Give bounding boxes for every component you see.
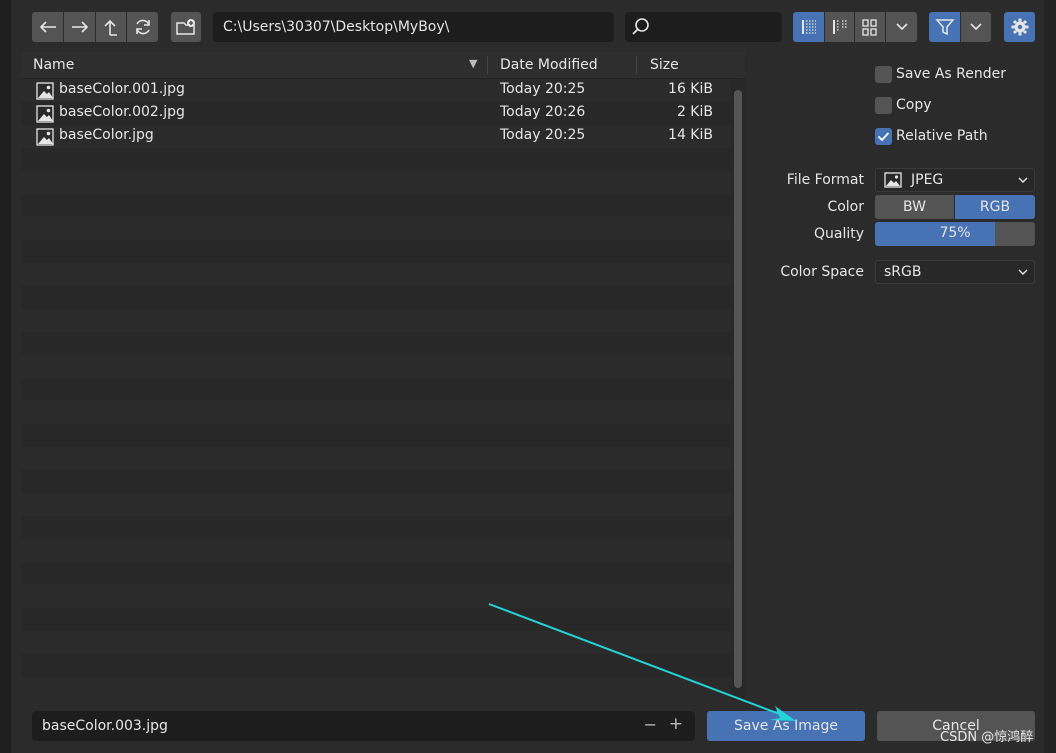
color-label: Color (827, 199, 864, 215)
color-bw-label: BW (903, 199, 926, 215)
color-space-value: sRGB (884, 264, 922, 280)
sort-descending-icon[interactable]: ▼ (469, 57, 477, 70)
color-rgb-label: RGB (979, 199, 1011, 215)
filter-toggle-button[interactable] (929, 12, 960, 42)
column-divider (636, 56, 637, 74)
relative-path-checkbox[interactable] (875, 128, 892, 145)
increment-filename-button[interactable]: + (669, 714, 683, 734)
column-header-size[interactable]: Size (650, 57, 679, 73)
filter-options-dropdown[interactable] (961, 12, 991, 42)
arrow-right-icon (71, 20, 89, 34)
color-space-label: Color Space (780, 264, 864, 280)
file-row[interactable]: baseColor.002.jpg Today 20:26 2 KiB (21, 102, 731, 125)
image-file-icon (36, 128, 54, 150)
back-button[interactable] (32, 12, 63, 42)
new-folder-button[interactable] (171, 12, 201, 42)
file-size: 14 KiB (668, 127, 713, 143)
thumbnails-icon (861, 18, 879, 36)
image-file-icon (36, 82, 54, 104)
decrement-filename-button[interactable]: − (644, 715, 657, 734)
column-header-name[interactable]: Name (33, 57, 74, 73)
forward-button[interactable] (64, 12, 95, 42)
quality-label: Quality (813, 226, 864, 242)
chevron-down-icon (1018, 269, 1028, 276)
watermark: CSDN @惊鸿醉 (940, 730, 1034, 745)
file-list-scrollbar[interactable] (734, 90, 742, 688)
file-name: baseColor.jpg (59, 127, 154, 143)
chevron-down-icon (970, 23, 982, 31)
save-as-render-checkbox[interactable] (875, 66, 892, 83)
file-format-dropdown[interactable]: JPEG (875, 168, 1035, 192)
copy-label: Copy (896, 97, 932, 113)
file-size: 16 KiB (668, 81, 713, 97)
file-format-value: JPEG (911, 172, 944, 188)
chevron-down-icon (1018, 177, 1028, 184)
file-date: Today 20:25 (500, 127, 586, 143)
checkmark-icon (875, 128, 892, 145)
save-as-image-button[interactable]: Save As Image (707, 711, 865, 741)
file-name: baseColor.001.jpg (59, 81, 185, 97)
relative-path-label: Relative Path (896, 128, 988, 144)
file-name: baseColor.002.jpg (59, 104, 185, 120)
quality-value: 75% (939, 225, 971, 241)
file-date: Today 20:26 (500, 104, 586, 120)
quality-slider[interactable]: 75% (875, 222, 1035, 246)
right-edge-strip (1044, 0, 1056, 753)
arrow-left-icon (39, 20, 57, 34)
refresh-icon (133, 17, 153, 37)
horizontal-list-icon (831, 18, 849, 36)
search-icon (631, 17, 651, 37)
filter-icon (934, 17, 955, 37)
left-edge-strip (0, 0, 11, 753)
file-list-background (21, 79, 731, 700)
refresh-button[interactable] (127, 12, 158, 42)
gear-icon (1010, 17, 1030, 37)
display-size-dropdown[interactable] (886, 12, 917, 42)
directory-path-field[interactable]: C:\Users\30307\Desktop\MyBoy\ (213, 12, 614, 42)
file-size: 2 KiB (676, 104, 713, 120)
color-bw-option[interactable]: BW (875, 195, 954, 219)
copy-checkbox[interactable] (875, 97, 892, 114)
file-list-header: Name ▼ Date Modified Size (21, 52, 745, 79)
save-as-image-label: Save As Image (734, 718, 838, 734)
file-row[interactable]: baseColor.001.jpg Today 20:25 16 KiB (21, 79, 731, 102)
filename-field[interactable]: baseColor.003.jpg − + (32, 711, 695, 741)
display-vertical-list-button[interactable] (793, 12, 824, 42)
column-divider (487, 56, 488, 74)
settings-button[interactable] (1004, 12, 1035, 42)
column-header-date[interactable]: Date Modified (500, 57, 598, 73)
arrow-up-icon (102, 18, 120, 36)
filename-text: baseColor.003.jpg (42, 718, 168, 734)
file-list[interactable]: Name ▼ Date Modified Size baseColor.001.… (21, 52, 745, 700)
color-rgb-option[interactable]: RGB (955, 195, 1035, 219)
new-folder-icon (176, 18, 196, 36)
file-row[interactable]: baseColor.jpg Today 20:25 14 KiB (21, 125, 731, 148)
file-format-label: File Format (786, 172, 864, 188)
chevron-down-icon (895, 23, 908, 31)
list-view-icon (800, 18, 818, 36)
search-field[interactable] (625, 12, 782, 42)
image-file-icon (36, 105, 54, 127)
color-space-dropdown[interactable]: sRGB (875, 260, 1035, 284)
save-as-render-label: Save As Render (896, 66, 1006, 82)
directory-path-text: C:\Users\30307\Desktop\MyBoy\ (223, 19, 450, 35)
display-thumbnails-button[interactable] (855, 12, 885, 42)
file-date: Today 20:25 (500, 81, 586, 97)
image-icon (884, 172, 902, 188)
display-horizontal-list-button[interactable] (825, 12, 854, 42)
parent-directory-button[interactable] (96, 12, 126, 42)
